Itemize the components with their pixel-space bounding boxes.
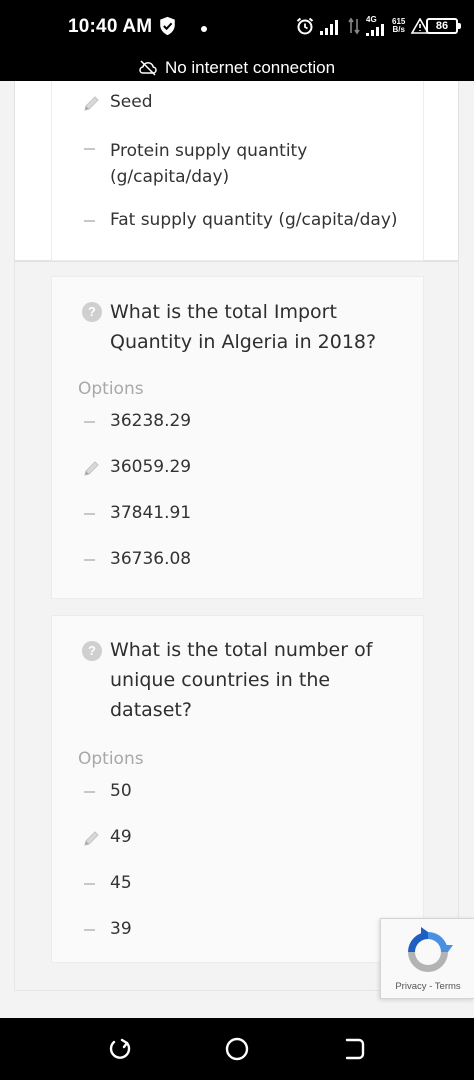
- question-text: What is the total number of unique count…: [110, 639, 373, 721]
- option-marker-dash: [84, 883, 95, 885]
- recaptcha-separator: -: [429, 981, 433, 992]
- options-heading: Options: [78, 379, 144, 399]
- status-bar: 10:40 AM 4G 615 B/s 86 No internet conne…: [0, 0, 474, 81]
- option-protein-supply[interactable]: Protein supply quantity (g/capita/day): [82, 138, 312, 190]
- no-internet-cloud-icon: [139, 60, 157, 76]
- option-marker-dash: [84, 559, 95, 561]
- signal-4g: 4G: [366, 16, 386, 36]
- option-label: Protein supply quantity (g/capita/day): [110, 141, 308, 187]
- option-36059[interactable]: 36059.29: [82, 457, 191, 479]
- data-transfer-icon: [348, 17, 360, 35]
- shield-check-icon: [160, 16, 175, 36]
- option-label: 36736.08: [110, 549, 192, 569]
- notification-dot: [201, 26, 207, 32]
- signal-strength-icon: [320, 20, 338, 35]
- question-help-icon: ?: [82, 641, 102, 661]
- recaptcha-terms-link[interactable]: Terms: [435, 981, 461, 992]
- option-50[interactable]: 50: [82, 781, 132, 803]
- option-45[interactable]: 45: [82, 873, 132, 895]
- recaptcha-badge[interactable]: Privacy - Terms: [380, 918, 474, 999]
- option-label: Fat supply quantity (g/capita/day): [110, 210, 398, 230]
- option-label: 45: [110, 873, 132, 893]
- option-label: 39: [110, 919, 132, 939]
- network-type: 4G: [366, 15, 377, 24]
- recaptcha-privacy-link[interactable]: Privacy: [395, 981, 426, 992]
- card-gap: [14, 261, 459, 262]
- option-label: 49: [110, 827, 132, 847]
- question-text: What is the total Import Quantity in Alg…: [110, 301, 377, 353]
- option-label: Seed: [110, 92, 153, 112]
- pencil-icon: [84, 96, 99, 111]
- option-marker-dash: [84, 220, 95, 222]
- option-label: 36059.29: [110, 457, 192, 477]
- net-speed-unit: B/s: [392, 25, 405, 34]
- recaptcha-logo-icon: [408, 927, 453, 972]
- option-marker-dash: [84, 421, 95, 423]
- status-time: 10:40 AM: [68, 16, 153, 37]
- form-page: Seed Protein supply quantity (g/capita/d…: [0, 81, 474, 1018]
- status-icons: 4G 615 B/s: [296, 14, 430, 38]
- option-marker-dash: [84, 513, 95, 515]
- options-heading: Options: [78, 749, 144, 769]
- navigation-bar: [0, 1018, 474, 1080]
- option-49[interactable]: 49: [82, 827, 132, 849]
- battery-indicator: 86: [426, 18, 461, 34]
- pencil-icon: [84, 831, 99, 846]
- back-icon[interactable]: [339, 1034, 369, 1064]
- option-label: 50: [110, 781, 132, 801]
- option-fat-supply[interactable]: Fat supply quantity (g/capita/day): [82, 210, 398, 232]
- option-label: 36238.29: [110, 411, 192, 431]
- pencil-icon: [84, 461, 99, 476]
- option-37841[interactable]: 37841.91: [82, 503, 191, 525]
- home-icon[interactable]: [222, 1034, 252, 1064]
- connection-message: No internet connection: [164, 58, 336, 77]
- option-label: 37841.91: [110, 503, 192, 523]
- option-marker-dash: [84, 148, 95, 150]
- recent-apps-icon[interactable]: [105, 1034, 135, 1064]
- connection-banner: No internet connection: [0, 56, 474, 80]
- recaptcha-links: Privacy - Terms: [381, 981, 474, 992]
- option-36238[interactable]: 36238.29: [82, 411, 191, 433]
- question-help-icon: ?: [82, 302, 102, 322]
- alarm-icon: [296, 17, 314, 35]
- option-marker-dash: [84, 791, 95, 793]
- option-seed[interactable]: Seed: [82, 92, 153, 114]
- signal-strength-4g-icon: [366, 24, 384, 36]
- option-39[interactable]: 39: [82, 919, 132, 941]
- option-36736[interactable]: 36736.08: [82, 549, 191, 571]
- net-speed: 615 B/s: [392, 18, 405, 34]
- option-marker-dash: [84, 929, 95, 931]
